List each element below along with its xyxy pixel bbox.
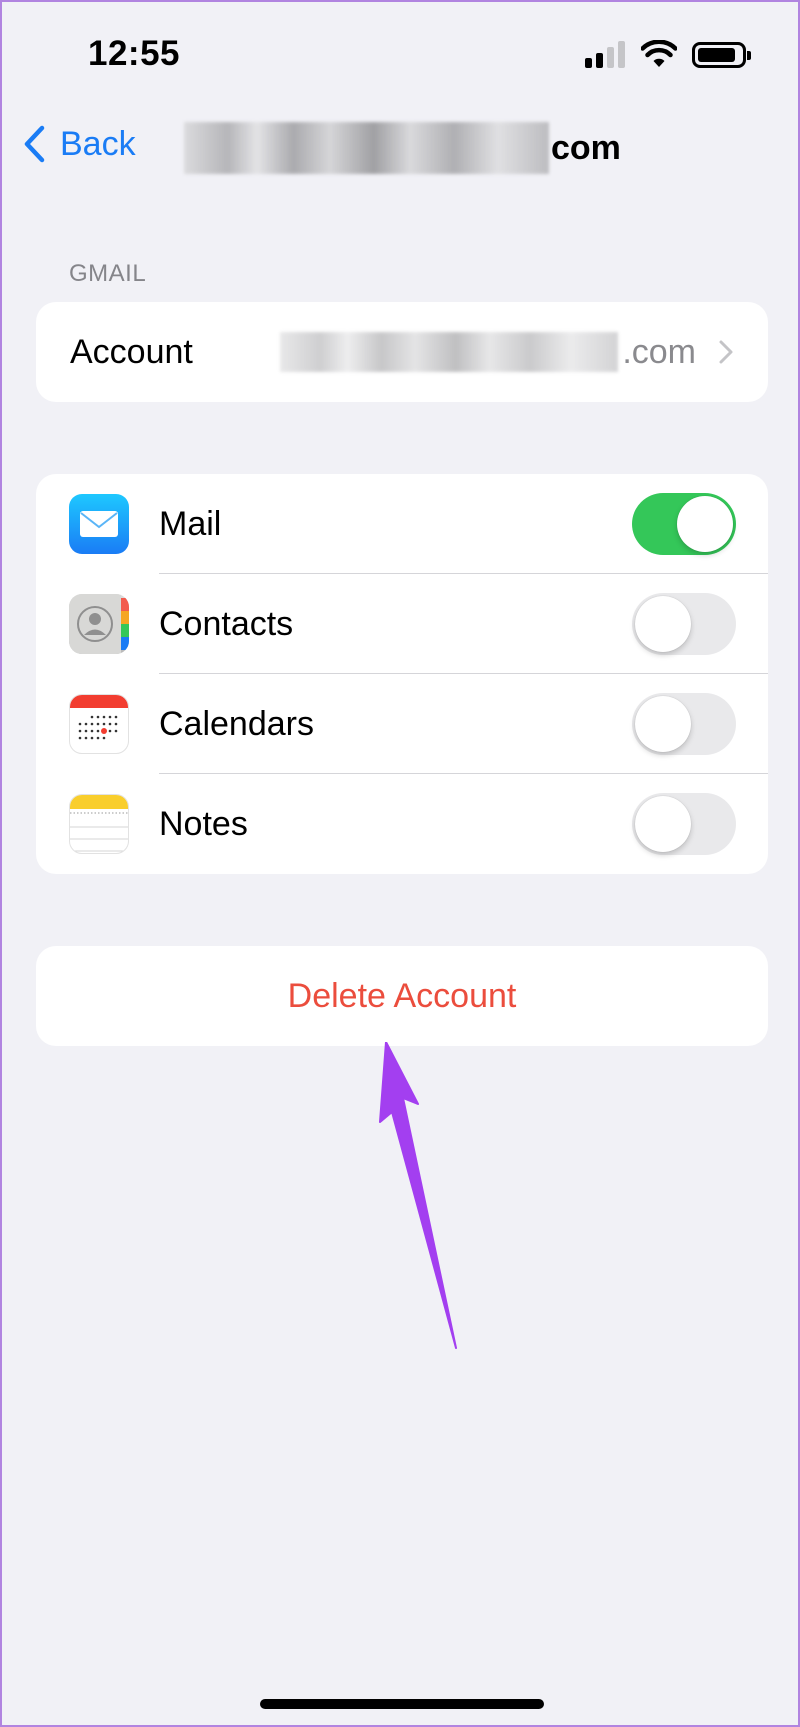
wifi-icon — [641, 40, 677, 67]
contacts-toggle[interactable] — [632, 593, 736, 655]
account-value-suffix: .com — [622, 332, 696, 371]
service-row-mail: Mail — [36, 474, 768, 574]
mail-toggle[interactable] — [632, 493, 736, 555]
home-indicator[interactable] — [260, 1699, 544, 1709]
services-group: Mail Contacts Calendars Notes — [36, 474, 768, 874]
annotation-arrow — [379, 1042, 457, 1349]
back-button[interactable]: Back — [20, 124, 136, 164]
service-label: Mail — [159, 504, 222, 543]
redacted-email — [184, 122, 549, 174]
battery-icon — [692, 42, 751, 68]
service-row-notes: Notes — [36, 774, 768, 874]
contacts-icon — [69, 594, 129, 654]
section-header: GMAIL — [69, 260, 147, 287]
service-label: Calendars — [159, 704, 314, 743]
cellular-signal-icon — [585, 40, 627, 68]
chevron-left-icon — [24, 125, 45, 163]
delete-group: Delete Account — [36, 946, 768, 1046]
chevron-right-icon — [719, 340, 733, 364]
status-time: 12:55 — [88, 34, 181, 73]
mail-icon — [69, 494, 129, 554]
navigation-bar: Back com — [2, 112, 800, 182]
service-row-contacts: Contacts — [36, 574, 768, 674]
account-row[interactable]: Account .com — [36, 302, 768, 402]
account-group: Account .com — [36, 302, 768, 402]
page-title-suffix: com — [551, 128, 621, 167]
redacted-account-email — [280, 332, 619, 372]
account-label: Account — [70, 332, 193, 371]
page-title: com — [184, 122, 621, 174]
notes-toggle[interactable] — [632, 793, 736, 855]
status-bar: 12:55 — [2, 2, 800, 112]
account-value: .com — [280, 332, 734, 372]
delete-account-button[interactable]: Delete Account — [36, 946, 768, 1046]
notes-icon — [69, 794, 129, 854]
service-label: Contacts — [159, 604, 294, 643]
service-row-calendars: Calendars — [36, 674, 768, 774]
calendar-icon — [69, 694, 129, 754]
service-label: Notes — [159, 804, 248, 843]
back-button-label: Back — [60, 124, 136, 163]
calendars-toggle[interactable] — [632, 693, 736, 755]
